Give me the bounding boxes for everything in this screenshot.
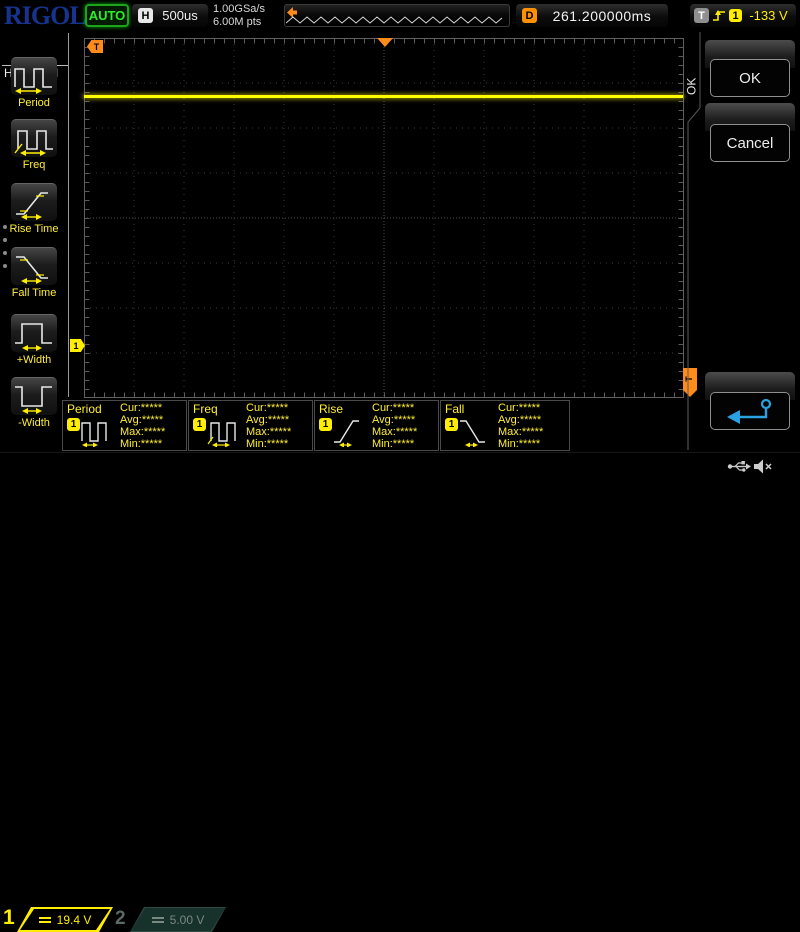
measurement-panel-rise[interactable]: Rise 1 Cur:***** Avg:***** Max:***** Min… [314, 400, 439, 451]
panel-stats: Cur:***** Avg:***** Max:***** Min:***** [246, 402, 291, 450]
sidebar-frame-line [68, 33, 69, 397]
sidebar-label-rise-time: Rise Time [0, 223, 68, 235]
sidebar-label-pwidth: +Width [0, 354, 68, 366]
channel2-number: 2 [115, 908, 126, 930]
grid-lines [84, 38, 684, 398]
channel2-label[interactable]: 5.00 V [130, 907, 226, 932]
rigol-logo: RIGOL [4, 1, 86, 31]
top-status-bar: RIGOL AUTO H 500us 1.00GSa/s 6.00M pts D… [0, 0, 800, 31]
channel2-scale: 5.00 V [170, 913, 205, 927]
back-button[interactable] [710, 392, 790, 430]
channel1-trace [84, 95, 683, 98]
freq-icon [14, 122, 54, 156]
trigger-level-value: -133 V [745, 8, 792, 23]
bottom-status-bar: 1 19.4 V 2 5.00 V [0, 452, 800, 480]
freq-icon [207, 415, 237, 447]
sidebar-item-rise-time[interactable] [11, 183, 57, 221]
rise-time-icon [14, 186, 54, 220]
trigger-delay-box[interactable]: D 261.200000ms [516, 4, 668, 27]
sidebar-item-nwidth[interactable] [11, 377, 57, 415]
sidebar-label-nwidth: -Width [0, 417, 68, 429]
back-arrow-icon [724, 398, 776, 424]
sample-rate: 1.00GSa/s [213, 3, 265, 16]
period-icon [81, 415, 111, 447]
measure-sidebar: Horizontal Period Freq Rise Time [0, 31, 68, 451]
sidebar-item-freq[interactable] [11, 119, 57, 157]
panel-channel-badge: 1 [193, 418, 206, 431]
channel1-offset-flag[interactable]: 1 [70, 339, 85, 352]
graticule [84, 38, 684, 398]
memory-depth: 6.00M pts [213, 16, 265, 29]
sidebar-item-period[interactable] [11, 57, 57, 95]
trigger-position-icon[interactable] [377, 38, 393, 47]
period-icon [14, 60, 54, 94]
channel1-label[interactable]: 19.4 V [17, 907, 113, 932]
measurement-panel-period[interactable]: Period 1 Cur:***** Avg:***** Max:***** M… [62, 400, 187, 451]
measurement-panel-fall[interactable]: Fall 1 Cur:***** Avg:***** Max:***** Min… [440, 400, 570, 451]
trigger-slope-icon [712, 8, 726, 23]
panel-stats: Cur:***** Avg:***** Max:***** Min:***** [498, 402, 543, 450]
panel-stats: Cur:***** Avg:***** Max:***** Min:***** [372, 402, 417, 450]
timebase-label: H [138, 8, 153, 23]
sidebar-label-period: Period [0, 97, 68, 109]
channel1-scale: 19.4 V [57, 913, 92, 927]
trigger-source-badge: 1 [729, 9, 742, 22]
panel-title: Period [67, 402, 102, 416]
acquisition-info: 1.00GSa/s 6.00M pts [213, 3, 265, 29]
measurement-panel-freq[interactable]: Freq 1 Cur:***** Avg:***** Max:***** Min… [188, 400, 313, 451]
fall-icon [459, 415, 489, 447]
menu-title: OK [684, 62, 699, 110]
panel-title: Rise [319, 402, 343, 416]
usb-icon [727, 460, 751, 473]
cancel-button[interactable]: Cancel [710, 124, 790, 162]
waveform-memory-bar[interactable] [284, 4, 510, 27]
panel-title: Freq [193, 402, 218, 416]
ok-button[interactable]: OK [710, 59, 790, 97]
memory-waveform-icon [286, 14, 508, 26]
delay-label: D [522, 8, 537, 23]
trigger-label: T [694, 8, 709, 23]
sidebar-item-pwidth[interactable] [11, 314, 57, 352]
pwidth-icon [14, 317, 54, 351]
fall-time-icon [14, 250, 54, 284]
nwidth-icon [14, 380, 54, 414]
soft-menu-panel: OK OK Cancel [684, 30, 800, 452]
panel-stats: Cur:***** Avg:***** Max:***** Min:***** [120, 402, 165, 450]
timebase-box[interactable]: H 500us [132, 4, 208, 27]
sidebar-label-freq: Freq [0, 159, 68, 171]
sidebar-label-fall-time: Fall Time [0, 287, 68, 299]
trigger-status-box[interactable]: T 1 -133 V [690, 4, 796, 27]
delay-value: 261.200000ms [542, 8, 662, 24]
dc-coupling-icon [152, 917, 164, 923]
panel-title: Fall [445, 402, 464, 416]
panel-channel-badge: 1 [445, 418, 458, 431]
panel-channel-badge: 1 [319, 418, 332, 431]
panel-channel-badge: 1 [67, 418, 80, 431]
sidebar-item-fall-time[interactable] [11, 247, 57, 285]
run-status-badge: AUTO [85, 4, 129, 27]
dc-coupling-icon [39, 917, 51, 923]
rise-icon [333, 415, 363, 447]
channel1-number: 1 [3, 906, 15, 930]
timebase-value: 500us [158, 8, 202, 23]
speaker-muted-icon [753, 458, 773, 475]
